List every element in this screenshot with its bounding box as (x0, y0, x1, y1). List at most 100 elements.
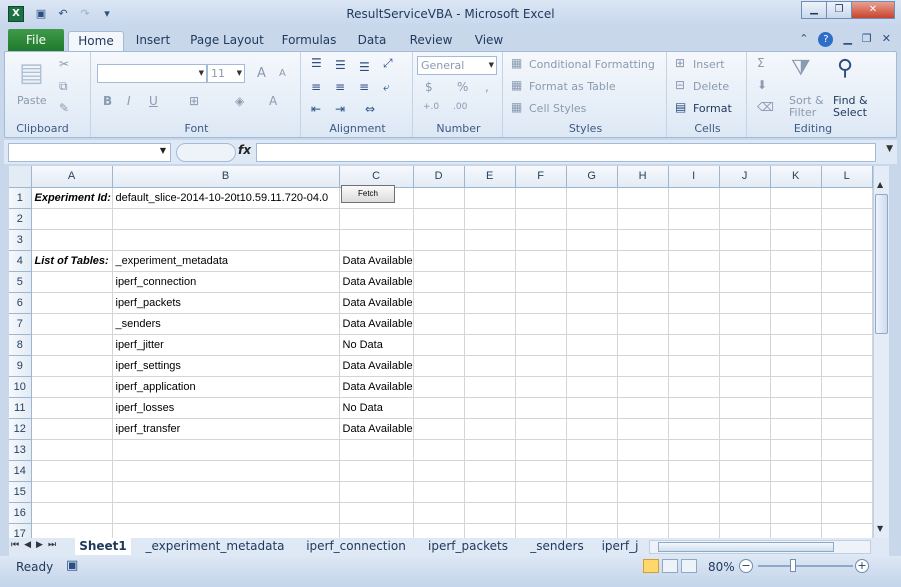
cell-b[interactable] (112, 229, 340, 251)
cell-empty[interactable] (821, 292, 873, 314)
cell-empty[interactable] (770, 271, 822, 293)
cell-empty[interactable] (413, 523, 465, 538)
middle-align-icon[interactable]: ☰ (335, 58, 346, 72)
cell-empty[interactable] (566, 187, 618, 209)
format-cells-button[interactable]: Format (693, 102, 732, 115)
cell-empty[interactable] (821, 355, 873, 377)
cell-b[interactable]: iperf_packets (112, 292, 340, 314)
cell-empty[interactable] (770, 460, 822, 482)
cell-empty[interactable] (617, 376, 669, 398)
cell-empty[interactable] (617, 250, 669, 272)
cell-empty[interactable] (413, 460, 465, 482)
zoom-in-button[interactable]: + (855, 559, 869, 573)
cell-empty[interactable] (566, 208, 618, 230)
cell-empty[interactable] (566, 418, 618, 440)
cell-empty[interactable] (821, 376, 873, 398)
cell-empty[interactable] (617, 229, 669, 251)
cell-empty[interactable] (464, 229, 516, 251)
cell-empty[interactable] (515, 208, 567, 230)
increase-decimal-icon[interactable]: +.0 (423, 102, 439, 112)
decrease-indent-icon[interactable]: ⇤ (311, 102, 321, 116)
cell-empty[interactable] (413, 229, 465, 251)
cell-empty[interactable] (770, 523, 822, 538)
format-cells-icon[interactable]: ▤ (675, 100, 686, 114)
cell-empty[interactable] (566, 439, 618, 461)
last-sheet-icon[interactable]: ⏭ (48, 540, 56, 550)
cell-empty[interactable] (413, 313, 465, 335)
cell-a[interactable] (31, 481, 113, 503)
cell-empty[interactable] (668, 271, 720, 293)
increase-indent-icon[interactable]: ⇥ (335, 102, 345, 116)
cell-a[interactable] (31, 334, 113, 356)
cell-empty[interactable] (515, 313, 567, 335)
cell-empty[interactable] (464, 418, 516, 440)
column-header-d[interactable]: D (413, 166, 465, 188)
cell-empty[interactable] (770, 250, 822, 272)
cell-empty[interactable] (464, 460, 516, 482)
page-break-view-button[interactable] (681, 559, 697, 573)
bottom-align-icon[interactable]: ☰ (359, 60, 370, 74)
minimize-button[interactable]: ▁ (801, 1, 827, 19)
tab-formulas[interactable]: Formulas (280, 31, 338, 51)
cell-empty[interactable] (770, 355, 822, 377)
sort-filter-icon[interactable]: ⧩ (791, 56, 811, 81)
cell-empty[interactable] (719, 418, 771, 440)
cell-empty[interactable] (719, 250, 771, 272)
cell-empty[interactable] (566, 271, 618, 293)
cell-empty[interactable] (770, 502, 822, 524)
cell-empty[interactable] (770, 334, 822, 356)
underline-button[interactable]: U (149, 94, 158, 108)
insert-function-icon[interactable]: fx (238, 143, 251, 157)
cell-empty[interactable] (617, 355, 669, 377)
cell-empty[interactable] (770, 439, 822, 461)
cell-empty[interactable] (821, 397, 873, 419)
cell-b[interactable] (112, 502, 340, 524)
fill-icon[interactable]: ⬇ (757, 78, 767, 92)
row-header[interactable]: 3 (9, 229, 32, 251)
cell-b[interactable]: iperf_transfer (112, 418, 340, 440)
cell-empty[interactable] (821, 460, 873, 482)
align-left-icon[interactable]: ≡ (311, 80, 321, 94)
cell-empty[interactable] (668, 481, 720, 503)
column-header-a[interactable]: A (31, 166, 113, 188)
cell-empty[interactable] (617, 271, 669, 293)
cell-empty[interactable] (413, 187, 465, 209)
cell-empty[interactable] (464, 502, 516, 524)
cell-empty[interactable] (719, 502, 771, 524)
cell-empty[interactable] (719, 313, 771, 335)
shrink-font-icon[interactable]: A (279, 68, 286, 79)
cell-empty[interactable] (719, 481, 771, 503)
cell-c[interactable]: Data Available (339, 355, 414, 377)
cell-c[interactable] (339, 229, 414, 251)
cell-c[interactable]: Data Available (339, 418, 414, 440)
cell-empty[interactable] (566, 460, 618, 482)
cell-b[interactable]: _senders (112, 313, 340, 335)
zoom-slider-knob[interactable] (790, 559, 796, 572)
row-header[interactable]: 4 (9, 250, 32, 272)
format-as-table-button[interactable]: Format as Table (529, 80, 616, 93)
row-header[interactable]: 12 (9, 418, 32, 440)
macro-record-icon[interactable]: ▣ (66, 558, 78, 573)
cell-empty[interactable] (719, 271, 771, 293)
cell-empty[interactable] (566, 355, 618, 377)
cell-empty[interactable] (515, 439, 567, 461)
tab-data[interactable]: Data (354, 31, 390, 51)
cell-empty[interactable] (617, 313, 669, 335)
currency-button[interactable]: $ (425, 80, 433, 94)
cell-empty[interactable] (617, 523, 669, 538)
cell-empty[interactable] (668, 460, 720, 482)
tab-review[interactable]: Review (406, 31, 456, 51)
prev-sheet-icon[interactable]: ◀ (24, 540, 31, 550)
cell-empty[interactable] (770, 376, 822, 398)
name-box[interactable]: ▼ (8, 143, 171, 162)
cell-empty[interactable] (770, 229, 822, 251)
cell-b[interactable]: iperf_losses (112, 397, 340, 419)
cell-styles-icon[interactable]: ▦ (511, 100, 522, 114)
cell-empty[interactable] (464, 376, 516, 398)
cell-empty[interactable] (770, 313, 822, 335)
cell-empty[interactable] (821, 271, 873, 293)
sheet-tab[interactable]: iperf_packets (419, 538, 517, 555)
row-header[interactable]: 6 (9, 292, 32, 314)
sheet-tab[interactable]: Sheet1 (75, 538, 131, 555)
cut-icon[interactable]: ✂ (59, 57, 69, 71)
